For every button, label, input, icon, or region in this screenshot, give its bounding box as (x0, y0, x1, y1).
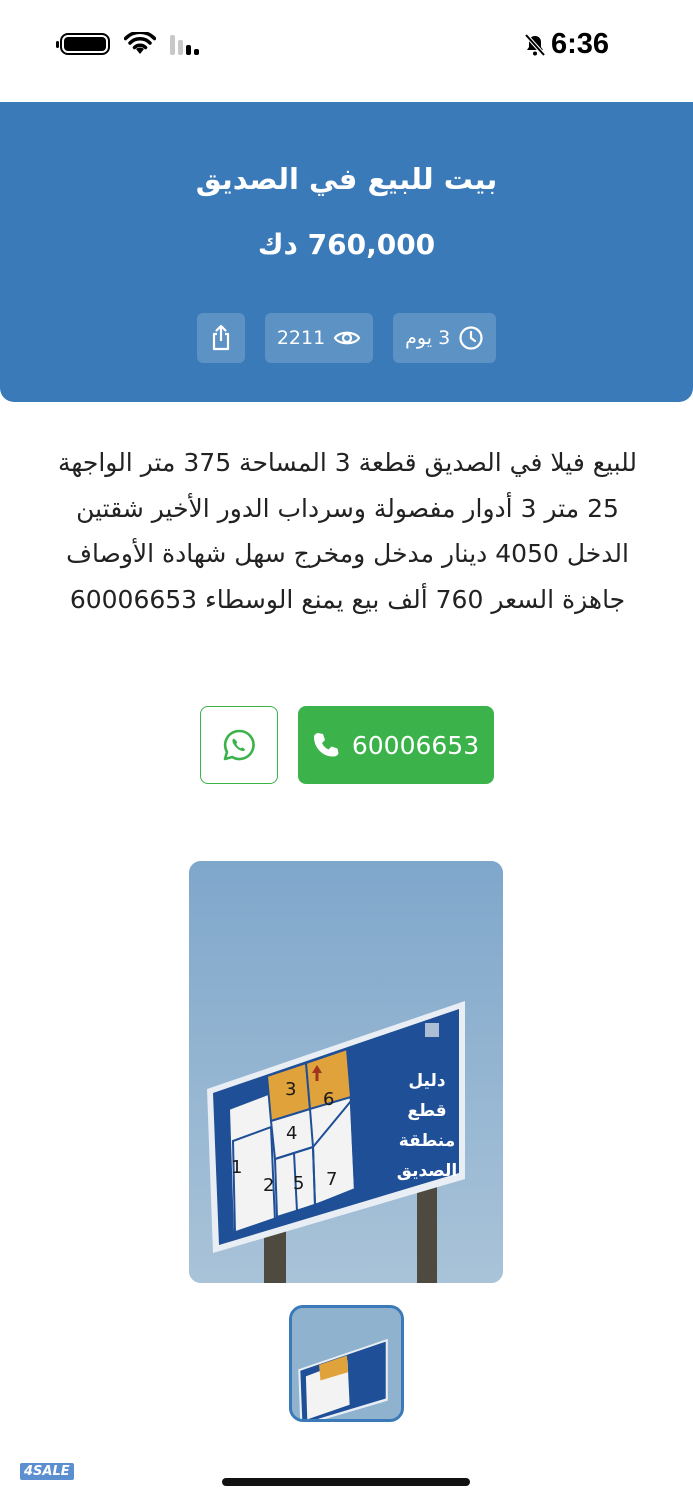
views-chip: 2211 (264, 313, 374, 363)
home-indicator[interactable] (222, 1478, 470, 1486)
contact-actions: 60006653 (0, 706, 693, 784)
call-button[interactable]: 60006653 (297, 706, 494, 784)
sign-block-1: 1 (231, 1157, 242, 1178)
sign-block-3: 3 (285, 1079, 296, 1100)
thumbnail-photo (292, 1308, 401, 1419)
listing-price: 760,000 دك (257, 228, 436, 261)
whatsapp-icon (223, 729, 255, 761)
phone-icon (313, 733, 339, 757)
whatsapp-button[interactable] (199, 706, 278, 784)
eye-icon (333, 331, 361, 345)
status-right: 6:36 (523, 28, 609, 61)
4sale-watermark: 4SALE (20, 1463, 74, 1480)
status-bar: 6:36 (0, 0, 693, 100)
sign-block-7: 7 (326, 1169, 337, 1190)
age-chip: 3 يوم (393, 313, 497, 363)
call-button-label: 60006653 (351, 730, 480, 760)
listing-title: بيت للبيع في الصديق (195, 162, 498, 196)
share-button[interactable] (196, 313, 245, 363)
clock-time: 6:36 (550, 28, 609, 60)
sign-block-6: 6 (323, 1089, 334, 1110)
share-icon (212, 324, 229, 351)
sign-text-line-2: قطع (407, 1101, 446, 1121)
sign-text-line-1: دليل (408, 1071, 445, 1091)
sign-block-4: 4 (286, 1123, 297, 1144)
listing-meta: 2211 3 يوم (0, 313, 693, 363)
views-count: 2211 (276, 327, 326, 349)
listing-age: 3 يوم (405, 327, 451, 349)
image-thumbnail[interactable] (289, 1305, 404, 1422)
battery-icon (56, 33, 110, 55)
sign-block-2: 2 (263, 1175, 274, 1196)
sign-text-line-4: الصديق (397, 1161, 458, 1181)
cellular-signal-icon (170, 33, 199, 55)
sign-block-5: 5 (293, 1173, 304, 1194)
status-icons (56, 32, 199, 56)
wifi-icon (124, 32, 156, 54)
clock-icon (459, 326, 483, 350)
silent-bell-icon (524, 33, 546, 56)
sign-text-line-3: منطقة (399, 1131, 456, 1151)
listing-description: للبيع فيلا في الصديق قطعة 3 المساحة 375 … (57, 448, 638, 614)
sign-photo: 3 6 4 1 2 5 7 دليل قطع منطقة الصديق (189, 861, 503, 1283)
listing-main-image[interactable]: 3 6 4 1 2 5 7 دليل قطع منطقة الصديق (189, 861, 503, 1283)
